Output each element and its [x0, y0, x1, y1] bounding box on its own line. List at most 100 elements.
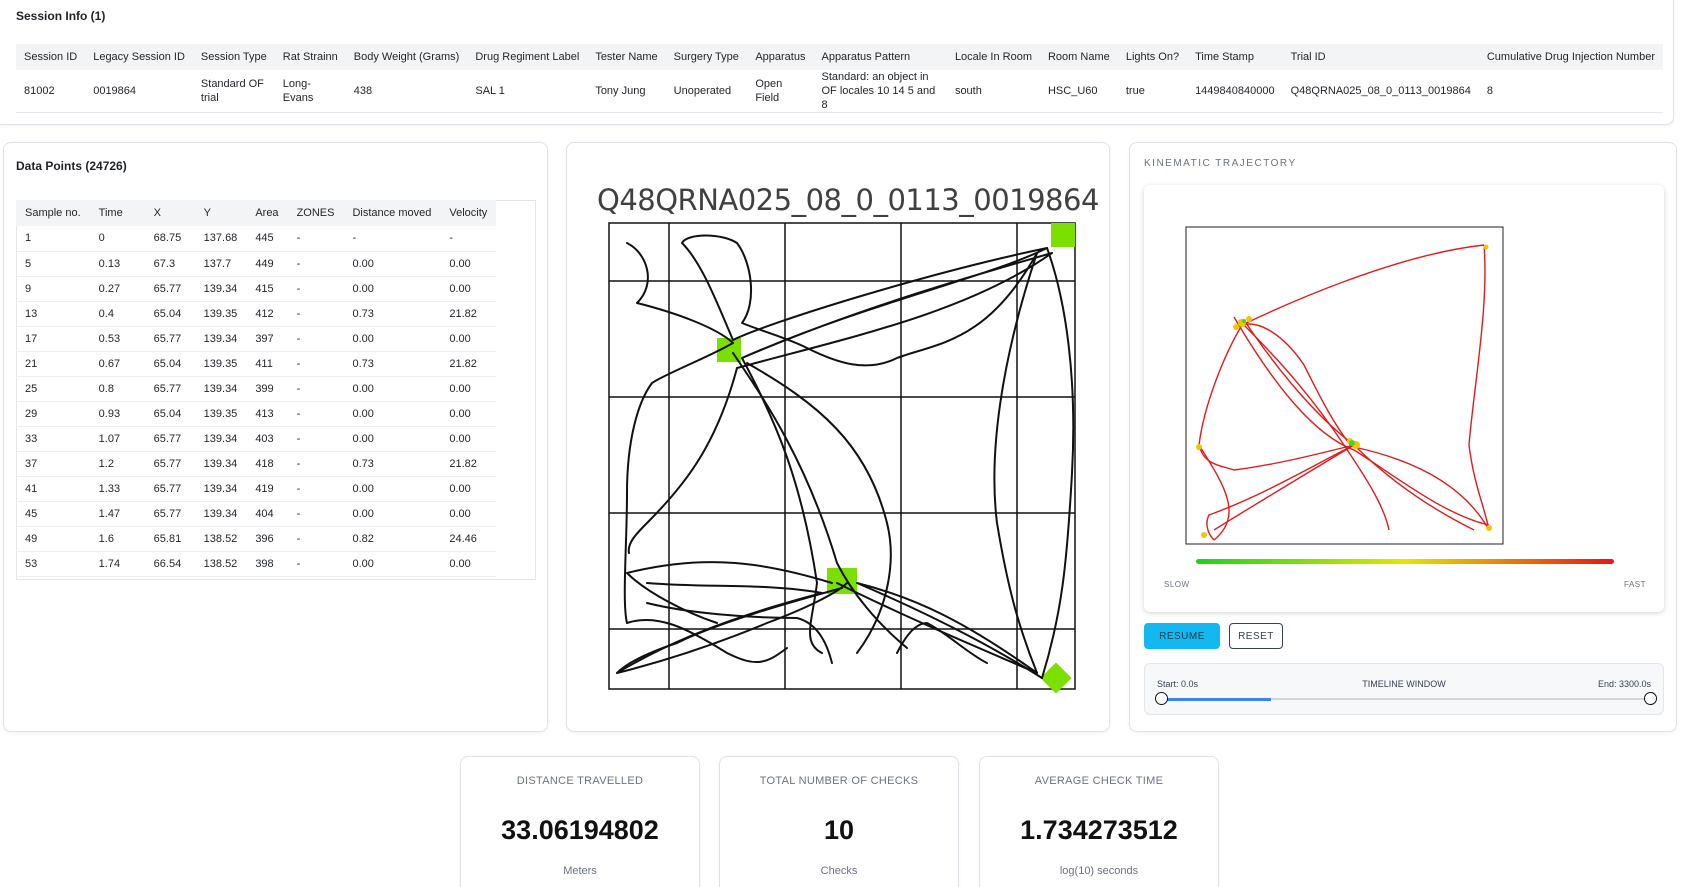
trajectory-arena-border — [1185, 226, 1504, 545]
reset-button[interactable]: RESET — [1229, 623, 1283, 649]
col-legacy-session-id[interactable]: Legacy Session ID — [85, 44, 193, 70]
col-rat-strain[interactable]: Rat Strainn — [274, 44, 346, 70]
table-row[interactable]: 1 0 68.75 137.68 445- - - — [16, 226, 497, 252]
table-row[interactable]: 49 1.6 65.81 138.52 396-0.82 24.46 — [16, 526, 497, 552]
table-cell: - — [287, 351, 344, 377]
table-cell: 49 — [16, 526, 90, 552]
table-row[interactable]: 5 0.13 67.3 137.7 449-0.00 0.00 — [16, 251, 497, 277]
table-cell: - — [287, 326, 344, 352]
table-cell: 0.00 — [343, 426, 441, 452]
table-cell: 0.8 — [89, 376, 145, 402]
table-cell: - — [287, 526, 344, 552]
table-row[interactable]: 21 0.67 65.04 139.35 411-0.73 21.82 — [16, 351, 497, 377]
table-cell: 0.73 — [343, 451, 441, 477]
table-cell: 25 — [16, 376, 90, 402]
col-zones[interactable]: ZONES — [287, 200, 344, 226]
col-body-weight[interactable]: Body Weight (Grams) — [345, 44, 468, 70]
table-row[interactable]: 45 1.47 65.77 139.34 404-0.00 0.00 — [16, 501, 497, 527]
table-cell: 0.00 — [440, 326, 497, 352]
stat-value: 10 — [823, 815, 855, 845]
table-row[interactable]: 9 0.27 65.77 139.34 415-0.00 0.00 — [16, 276, 497, 302]
table-cell: 0.00 — [343, 376, 441, 402]
table-cell: 139.34 — [194, 501, 247, 527]
col-apparatus-pattern[interactable]: Apparatus Pattern — [813, 44, 947, 70]
track-image-card: Q48QRNA025_08_0_0113_0019864 — [566, 142, 1110, 732]
col-time[interactable]: Time — [89, 200, 145, 226]
col-lights-on[interactable]: Lights On? — [1117, 44, 1188, 70]
table-cell: 139.34 — [194, 451, 247, 477]
stat-label: AVERAGE CHECK TIME — [1034, 775, 1164, 787]
col-distance-moved[interactable]: Distance moved — [343, 200, 441, 226]
table-cell: 0.00 — [440, 376, 497, 402]
col-tester-name[interactable]: Tester Name — [587, 44, 666, 70]
timeline-slider[interactable] — [1155, 692, 1657, 705]
col-time-stamp[interactable]: Time Stamp — [1187, 44, 1283, 70]
table-row[interactable]: 81002 0019864 Standard OF trial Long-Eva… — [16, 70, 1663, 113]
stat-label: TOTAL NUMBER OF CHECKS — [759, 775, 919, 787]
table-row[interactable]: 41 1.33 65.77 139.34 419-0.00 0.00 — [16, 476, 497, 502]
data-points-card: Data Points (24726) Sample no. Time X Y … — [3, 142, 548, 732]
stat-value: 33.06194802 — [501, 815, 659, 845]
stat-value: 1.734273512 — [1020, 815, 1178, 845]
col-x[interactable]: X — [144, 200, 195, 226]
table-cell: - — [287, 501, 344, 527]
table-row[interactable]: 13 0.4 65.04 139.35 412-0.73 21.82 — [16, 301, 497, 327]
col-drug-regiment[interactable]: Drug Regiment Label — [467, 44, 588, 70]
table-row[interactable]: 25 0.8 65.77 139.34 399-0.00 0.00 — [16, 376, 497, 402]
trajectory-canvas[interactable]: SLOW FAST — [1144, 185, 1664, 612]
session-info-title: Session Info (1) — [16, 9, 106, 23]
session-header-row: Session ID Legacy Session ID Session Typ… — [16, 44, 1663, 70]
table-cell: 0.73 — [343, 301, 441, 327]
cell-room-name: HSC_U60 — [1039, 70, 1118, 113]
table-cell: 0.00 — [343, 551, 441, 577]
table-cell: - — [287, 301, 344, 327]
average-check-time-card: AVERAGE CHECK TIME 1.734273512 log(10) s… — [979, 756, 1219, 887]
stat-unit: log(10) seconds — [1059, 865, 1139, 877]
table-cell: 1.07 — [89, 426, 145, 452]
col-apparatus[interactable]: Apparatus — [747, 44, 814, 70]
table-cell: 53 — [16, 551, 90, 577]
table-cell: 138.52 — [194, 551, 247, 577]
col-sample-no[interactable]: Sample no. — [16, 200, 90, 226]
table-cell: 37 — [16, 451, 90, 477]
arena-grid — [608, 222, 1076, 690]
col-session-type[interactable]: Session Type — [192, 44, 275, 70]
col-surgery-type[interactable]: Surgery Type — [665, 44, 748, 70]
timeline-start-handle[interactable] — [1155, 692, 1168, 705]
col-room-name[interactable]: Room Name — [1039, 44, 1118, 70]
table-cell: 418 — [246, 451, 288, 477]
table-cell: - — [287, 426, 344, 452]
fast-markers — [1196, 244, 1492, 538]
table-cell: 0.00 — [440, 551, 497, 577]
col-cumulative-injection[interactable]: Cumulative Drug Injection Number — [1478, 44, 1663, 70]
table-cell: 45 — [16, 501, 90, 527]
col-velocity[interactable]: Velocity — [440, 200, 497, 226]
col-y[interactable]: Y — [194, 200, 247, 226]
cell-time-stamp: 1449840840000 — [1187, 70, 1283, 113]
table-cell: - — [287, 451, 344, 477]
col-locale-in-room[interactable]: Locale In Room — [946, 44, 1040, 70]
table-cell: 445 — [246, 226, 288, 252]
table-row[interactable]: 33 1.07 65.77 139.34 403-0.00 0.00 — [16, 426, 497, 452]
col-area[interactable]: Area — [246, 200, 288, 226]
table-row[interactable]: 37 1.2 65.77 139.34 418-0.73 21.82 — [16, 451, 497, 477]
resume-button[interactable]: RESUME — [1144, 623, 1220, 649]
timeline-end-handle[interactable] — [1644, 692, 1657, 705]
table-cell: 403 — [246, 426, 288, 452]
table-row[interactable]: 53 1.74 66.54 138.52 398-0.00 0.00 — [16, 551, 497, 577]
table-cell: - — [287, 276, 344, 302]
table-cell: 139.35 — [194, 351, 247, 377]
table-cell: - — [287, 401, 344, 427]
col-session-id[interactable]: Session ID — [16, 44, 86, 70]
col-trial-id[interactable]: Trial ID — [1282, 44, 1479, 70]
table-row[interactable]: 29 0.93 65.04 139.35 413-0.00 0.00 — [16, 401, 497, 427]
total-checks-card: TOTAL NUMBER OF CHECKS 10 Checks — [719, 756, 959, 887]
table-row[interactable]: 17 0.53 65.77 139.34 397-0.00 0.00 — [16, 326, 497, 352]
table-cell: 1.6 — [89, 526, 145, 552]
table-cell: - — [287, 226, 344, 252]
table-cell: 0.00 — [440, 476, 497, 502]
table-cell: 65.04 — [144, 401, 195, 427]
table-cell: 24.46 — [440, 526, 497, 552]
table-cell: 1.74 — [89, 551, 145, 577]
cell-session-type: Standard OF trial — [192, 70, 275, 113]
